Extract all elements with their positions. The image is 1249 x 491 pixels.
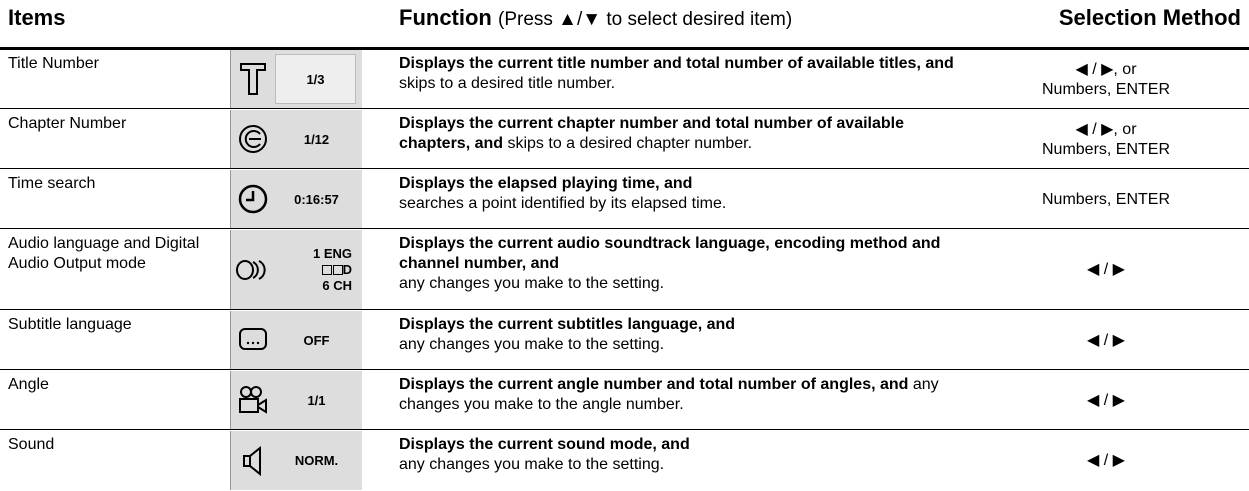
chapter-c-icon <box>231 110 275 168</box>
function-text: Displays the current subtitles language,… <box>399 316 736 353</box>
camera-angle-icon <box>231 371 275 429</box>
selection-method: ◀ / ▶, or Numbers, ENTER <box>970 110 1242 169</box>
osd-panel: 1/12 <box>230 110 362 168</box>
table-row: Title Number 1/3 Displays the current ti… <box>0 50 1249 109</box>
item-label: Chapter Number <box>8 115 127 132</box>
row-divider <box>0 369 1249 370</box>
selection-arrows: ◀ / ▶, or <box>1075 60 1137 78</box>
osd-value: 1/1 <box>307 392 326 408</box>
function-text: Displays the current chapter number and … <box>399 115 905 152</box>
table-row: Chapter Number 1/12 Displays the current… <box>0 110 1249 169</box>
row-divider <box>0 429 1249 430</box>
header-function-title: Function <box>399 5 492 30</box>
table-row: Subtitle language OFF Displays the curre… <box>0 311 1249 370</box>
osd-value: 0:16:57 <box>294 191 339 207</box>
header-selection-method: Selection Method <box>1058 5 1241 30</box>
function-text: Displays the current angle number and to… <box>399 376 939 413</box>
selection-method: ◀ / ▶ <box>1087 331 1125 349</box>
osd-panel: OFF <box>230 311 362 369</box>
item-label: Audio language and Digital Audio Output … <box>8 235 200 272</box>
header-items: Items <box>8 5 66 30</box>
osd-value: OFF <box>303 332 330 348</box>
audio-track: 1 ENG <box>312 245 352 261</box>
audio-channels: 6 CH <box>322 277 352 293</box>
item-label: Time search <box>8 175 96 192</box>
row-divider <box>0 108 1249 109</box>
function-text: Displays the current sound mode, and any … <box>399 436 690 473</box>
item-label: Sound <box>8 436 55 453</box>
row-divider <box>0 228 1249 229</box>
item-label: Title Number <box>8 55 99 72</box>
row-divider <box>0 168 1249 169</box>
osd-value: 1/3 <box>275 54 356 104</box>
selection-method: Numbers, ENTER <box>1041 190 1171 208</box>
table-row: Angle 1/1 Displays the current angle num… <box>0 371 1249 430</box>
title-t-icon <box>231 50 275 108</box>
selection-numbers: Numbers, ENTER <box>1041 140 1171 158</box>
function-text: Displays the elapsed playing time, and se… <box>399 175 727 212</box>
table-row: Audio language and Digital Audio Output … <box>0 230 1249 310</box>
audio-encoding: D <box>321 262 358 278</box>
osd-panel: 1 ENG D 6 CH <box>230 230 362 309</box>
selection-arrows: ◀ / ▶, or <box>1075 120 1137 138</box>
osd-value: 1/12 <box>303 131 330 147</box>
dolby-digital-icon <box>321 265 332 276</box>
osd-panel: 1/3 <box>230 50 362 108</box>
selection-method: ◀ / ▶, or Numbers, ENTER <box>970 50 1242 109</box>
clock-icon <box>231 170 275 228</box>
audio-icon <box>231 230 275 309</box>
selection-method: ◀ / ▶ <box>1087 451 1125 469</box>
selection-method: ◀ / ▶ <box>1087 261 1125 278</box>
table-row: Sound NORM. Displays the current sound m… <box>0 431 1249 490</box>
osd-panel: NORM. <box>230 431 362 490</box>
function-text: Displays the current title number and to… <box>399 55 954 92</box>
selection-method: ◀ / ▶ <box>1087 391 1125 409</box>
table-row: Time search 0:16:57 Displays the elapsed… <box>0 170 1249 229</box>
osd-panel: 0:16:57 <box>230 170 362 228</box>
row-divider <box>0 309 1249 310</box>
header-function: Function (Press ▲/▼ to select desired it… <box>399 5 792 31</box>
speaker-icon <box>231 431 275 490</box>
function-text: Displays the current audio soundtrack la… <box>399 235 941 292</box>
subtitle-icon <box>231 311 275 369</box>
item-label: Subtitle language <box>8 316 132 333</box>
osd-value: NORM. <box>294 453 339 468</box>
osd-panel: 1/1 <box>230 371 362 429</box>
item-label: Angle <box>8 376 49 393</box>
header-function-note: (Press ▲/▼ to select desired item) <box>498 9 793 30</box>
osd-value: 1 ENG D 6 CH <box>275 230 358 309</box>
selection-numbers: Numbers, ENTER <box>1041 80 1171 98</box>
dolby-digital-icon <box>332 265 343 276</box>
